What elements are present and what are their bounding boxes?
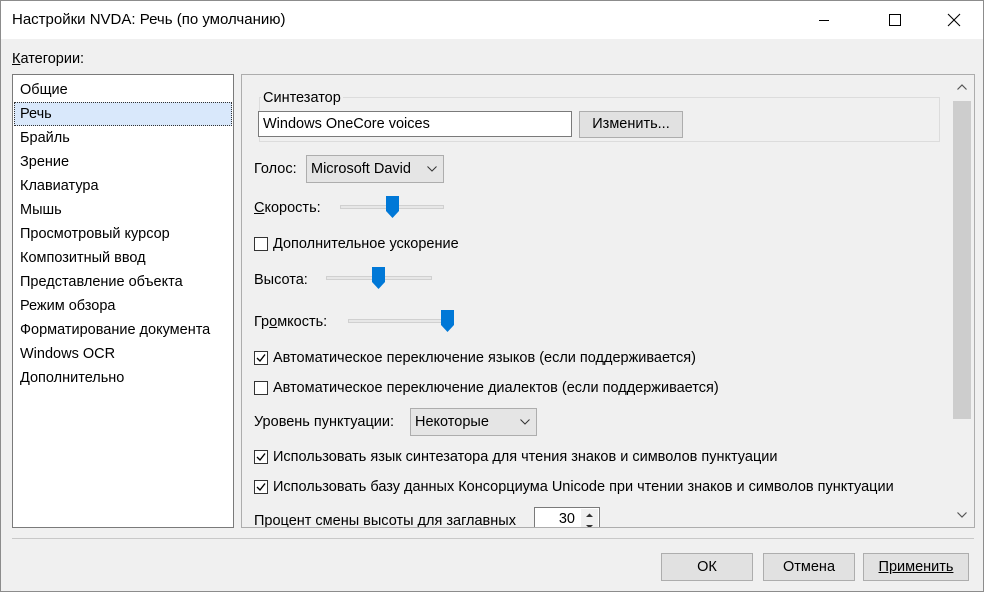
change-button-label: Изменить... [592,116,670,132]
categories-list[interactable]: Общие Речь Брайль Зрение Клавиатура Мышь… [12,74,234,528]
apply-button[interactable]: Применить [863,553,969,581]
voice-label: Голос: [254,161,297,177]
auto-dialect-checkbox[interactable] [254,381,268,395]
categories-label: Категории: [12,51,84,67]
chevron-down-icon [520,419,530,425]
window-title: Настройки NVDA: Речь (по умолчанию) [12,11,286,28]
ok-button-label: ОК [697,559,717,575]
title-bar: Настройки NVDA: Речь (по умолчанию) [1,1,983,39]
apply-button-label: Применить [878,559,954,575]
category-item-object-presentation[interactable]: Представление объекта [14,270,232,294]
auto-language-checkbox[interactable] [254,351,268,365]
voice-combobox[interactable]: Microsoft David [306,155,444,183]
rate-label-rest: корость: [264,200,321,216]
panel-scrollbar[interactable] [951,76,973,526]
synthesizer-group-label: Синтезатор [261,90,343,106]
cap-pitch-change-spinbox[interactable]: 30 [534,507,600,527]
rate-boost-checkbox[interactable] [254,237,268,251]
volume-label: Громкость: [254,314,327,330]
cancel-button-label: Отмена [782,559,836,575]
punctuation-level-label: Уровень пунктуации: [254,414,394,430]
slider-thumb-icon [441,310,454,332]
scroll-up-button[interactable] [951,76,973,98]
close-icon [947,13,961,27]
category-item-speech[interactable]: Речь [14,102,232,126]
use-synth-language-checkbox[interactable] [254,450,268,464]
scrollbar-thumb[interactable] [953,101,971,419]
close-button[interactable] [931,1,977,39]
cap-pitch-change-label: Процент смены высоты для заглавных [254,513,516,528]
pitch-slider-thumb[interactable] [372,267,385,289]
volume-slider-thumb[interactable] [441,310,454,332]
category-item-mouse[interactable]: Мышь [14,198,232,222]
category-item-review-cursor[interactable]: Просмотровый курсор [14,222,232,246]
settings-dialog: Настройки NVDA: Речь (по умолчанию) Кате… [0,0,984,592]
volume-label-rest: мкость: [277,314,328,330]
change-synthesizer-button[interactable]: Изменить... [579,111,683,138]
use-unicode-cldr-checkbox[interactable] [254,480,268,494]
arrow-down-icon [586,525,593,527]
scroll-down-button[interactable] [951,504,973,526]
cancel-button[interactable]: Отмена [763,553,855,581]
category-item-input-composition[interactable]: Композитный ввод [14,246,232,270]
volume-label-a: Гр [254,314,270,330]
category-item-braille[interactable]: Брайль [14,126,232,150]
minimize-icon [819,20,829,21]
minimize-button[interactable] [801,1,847,39]
punctuation-level-value: Некоторые [415,414,489,430]
slider-thumb-icon [372,267,385,289]
category-item-browse-mode[interactable]: Режим обзора [14,294,232,318]
rate-slider-thumb[interactable] [386,196,399,218]
volume-slider-track[interactable] [348,319,452,323]
category-item-vision[interactable]: Зрение [14,150,232,174]
spin-up-button[interactable] [581,509,598,520]
chevron-up-icon [957,84,967,90]
category-item-document-formatting[interactable]: Форматирование документа [14,318,232,342]
auto-language-label: Автоматическое переключение языков (если… [273,350,696,366]
maximize-icon [889,14,901,26]
checkmark-icon [256,483,266,492]
category-item-keyboard[interactable]: Клавиатура [14,174,232,198]
footer-separator [12,538,974,539]
use-unicode-cldr-label: Использовать базу данных Консорциума Uni… [273,479,894,495]
maximize-button[interactable] [872,1,918,39]
spin-down-button[interactable] [581,520,598,527]
category-item-advanced[interactable]: Дополнительно [14,366,232,390]
synthesizer-field[interactable]: Windows OneCore voices [258,111,572,137]
rate-label-accel: С [254,200,265,216]
voice-value: Microsoft David [311,161,411,177]
auto-dialect-label: Автоматическое переключение диалектов (е… [273,380,719,396]
checkmark-icon [256,354,266,363]
use-synth-language-label: Использовать язык синтезатора для чтения… [273,449,778,465]
pitch-label: Высота: [254,272,308,288]
checkmark-icon [256,453,266,462]
chevron-down-icon [427,166,437,172]
chevron-down-icon [957,512,967,518]
rate-label: Скорость: [254,200,321,216]
ok-button[interactable]: ОК [661,553,753,581]
volume-label-accel: о [269,314,278,330]
cap-pitch-change-value[interactable]: 30 [559,511,575,527]
slider-thumb-icon [386,196,399,218]
rate-boost-label: Дополнительное ускорение [273,236,459,252]
punctuation-level-combobox[interactable]: Некоторые [410,408,537,436]
categories-label-rest: атегории: [20,51,85,67]
speech-settings-panel: Синтезатор Windows OneCore voices Измени… [241,74,975,528]
category-item-windows-ocr[interactable]: Windows OCR [14,342,232,366]
category-item-general[interactable]: Общие [14,78,232,102]
